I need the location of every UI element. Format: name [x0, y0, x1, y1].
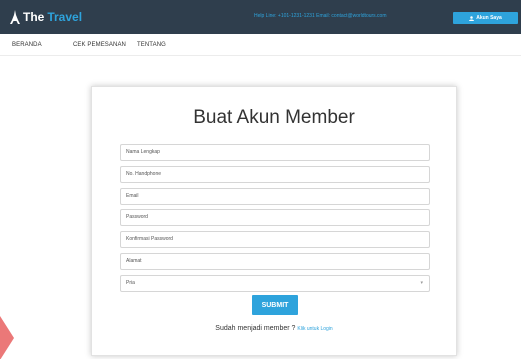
address-field[interactable]: Alamat — [120, 253, 430, 270]
account-button-label: Akun Saya — [476, 15, 502, 21]
top-header: The Travel Help Line: +101-1231-1231 Ema… — [0, 0, 521, 34]
brand-name-part1: The — [23, 10, 45, 24]
account-button[interactable]: Akun Saya — [453, 12, 518, 24]
login-prompt-line: Sudah menjadi member ? Klik untuk Login — [92, 325, 456, 332]
chevron-down-icon: ▾ — [420, 280, 423, 286]
confirm-password-field[interactable]: Konfirmasi Password — [120, 231, 430, 248]
eiffel-tower-icon — [10, 10, 20, 24]
submit-button[interactable]: SUBMIT — [252, 295, 298, 315]
register-card: Buat Akun Member Nama Lengkap No. Handph… — [91, 86, 457, 356]
nav-item-beranda[interactable]: BERANDA — [12, 42, 42, 48]
login-link[interactable]: Klik untuk Login — [297, 326, 332, 332]
nav-item-cek-pemesanan[interactable]: CEK PEMESANAN — [73, 42, 126, 48]
gender-select[interactable]: Pria ▾ — [120, 275, 430, 292]
brand-name-part2: Travel — [47, 10, 83, 24]
gender-select-value: Pria — [126, 280, 135, 286]
nav-item-tentang[interactable]: TENTANG — [137, 42, 166, 48]
help-line-text: Help Line: +101-1231-1231 Email: contact… — [254, 13, 387, 19]
login-prompt-text: Sudah menjadi member ? — [215, 325, 296, 332]
phone-field[interactable]: No. Handphone — [120, 166, 430, 183]
user-icon — [469, 15, 475, 21]
decorative-corner-shape — [0, 316, 14, 359]
main-nav: BERANDA CEK PEMESANAN TENTANG — [0, 34, 521, 56]
full-name-field[interactable]: Nama Lengkap — [120, 144, 430, 161]
password-field[interactable]: Password — [120, 209, 430, 226]
brand-logo[interactable]: The Travel — [10, 10, 82, 24]
page-title: Buat Akun Member — [193, 107, 355, 128]
email-field[interactable]: Email — [120, 188, 430, 205]
